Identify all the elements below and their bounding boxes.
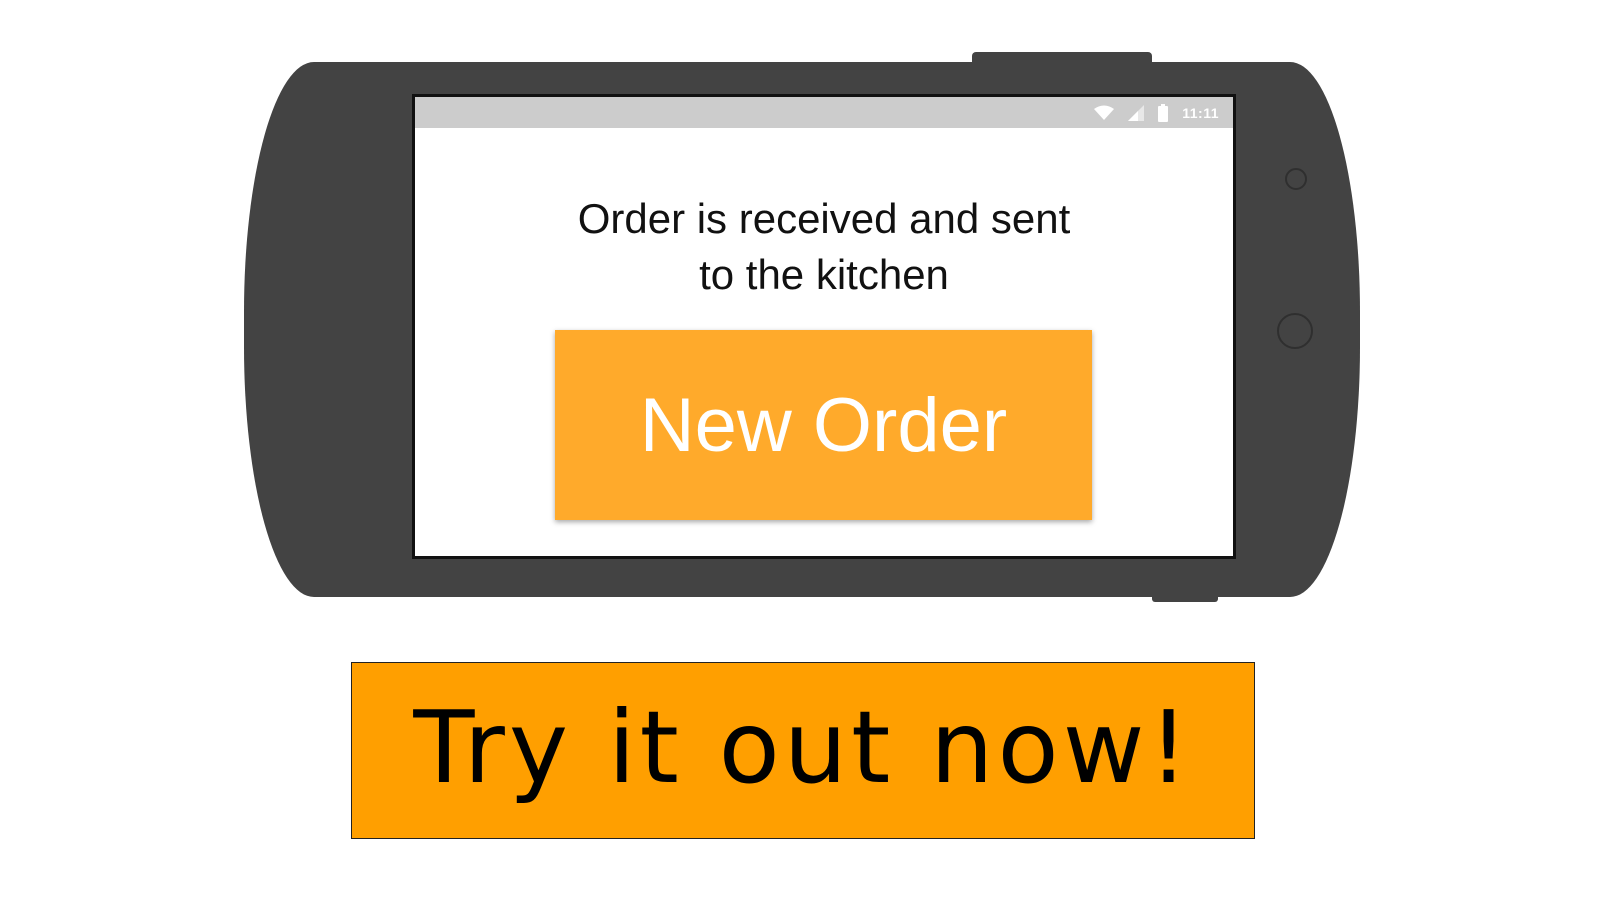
order-status-line-2: to the kitchen	[699, 251, 949, 298]
status-bar: 11:11	[415, 97, 1233, 128]
battery-icon	[1158, 103, 1169, 122]
phone-home-button-icon	[1277, 313, 1313, 349]
phone-camera-icon	[1285, 168, 1307, 190]
wifi-icon	[1094, 105, 1115, 121]
try-it-out-button[interactable]: Try it out now!	[351, 662, 1255, 839]
new-order-button[interactable]: New Order	[555, 330, 1092, 520]
status-icons: 11:11	[1094, 97, 1219, 128]
cell-signal-icon	[1128, 104, 1145, 121]
order-status-message: Order is received and sent to the kitche…	[415, 191, 1233, 303]
status-time: 11:11	[1182, 104, 1219, 121]
phone-screen: 11:11 Order is received and sent to the …	[412, 94, 1236, 559]
promo-stage: 11:11 Order is received and sent to the …	[0, 0, 1600, 900]
order-status-line-1: Order is received and sent	[577, 195, 1071, 242]
